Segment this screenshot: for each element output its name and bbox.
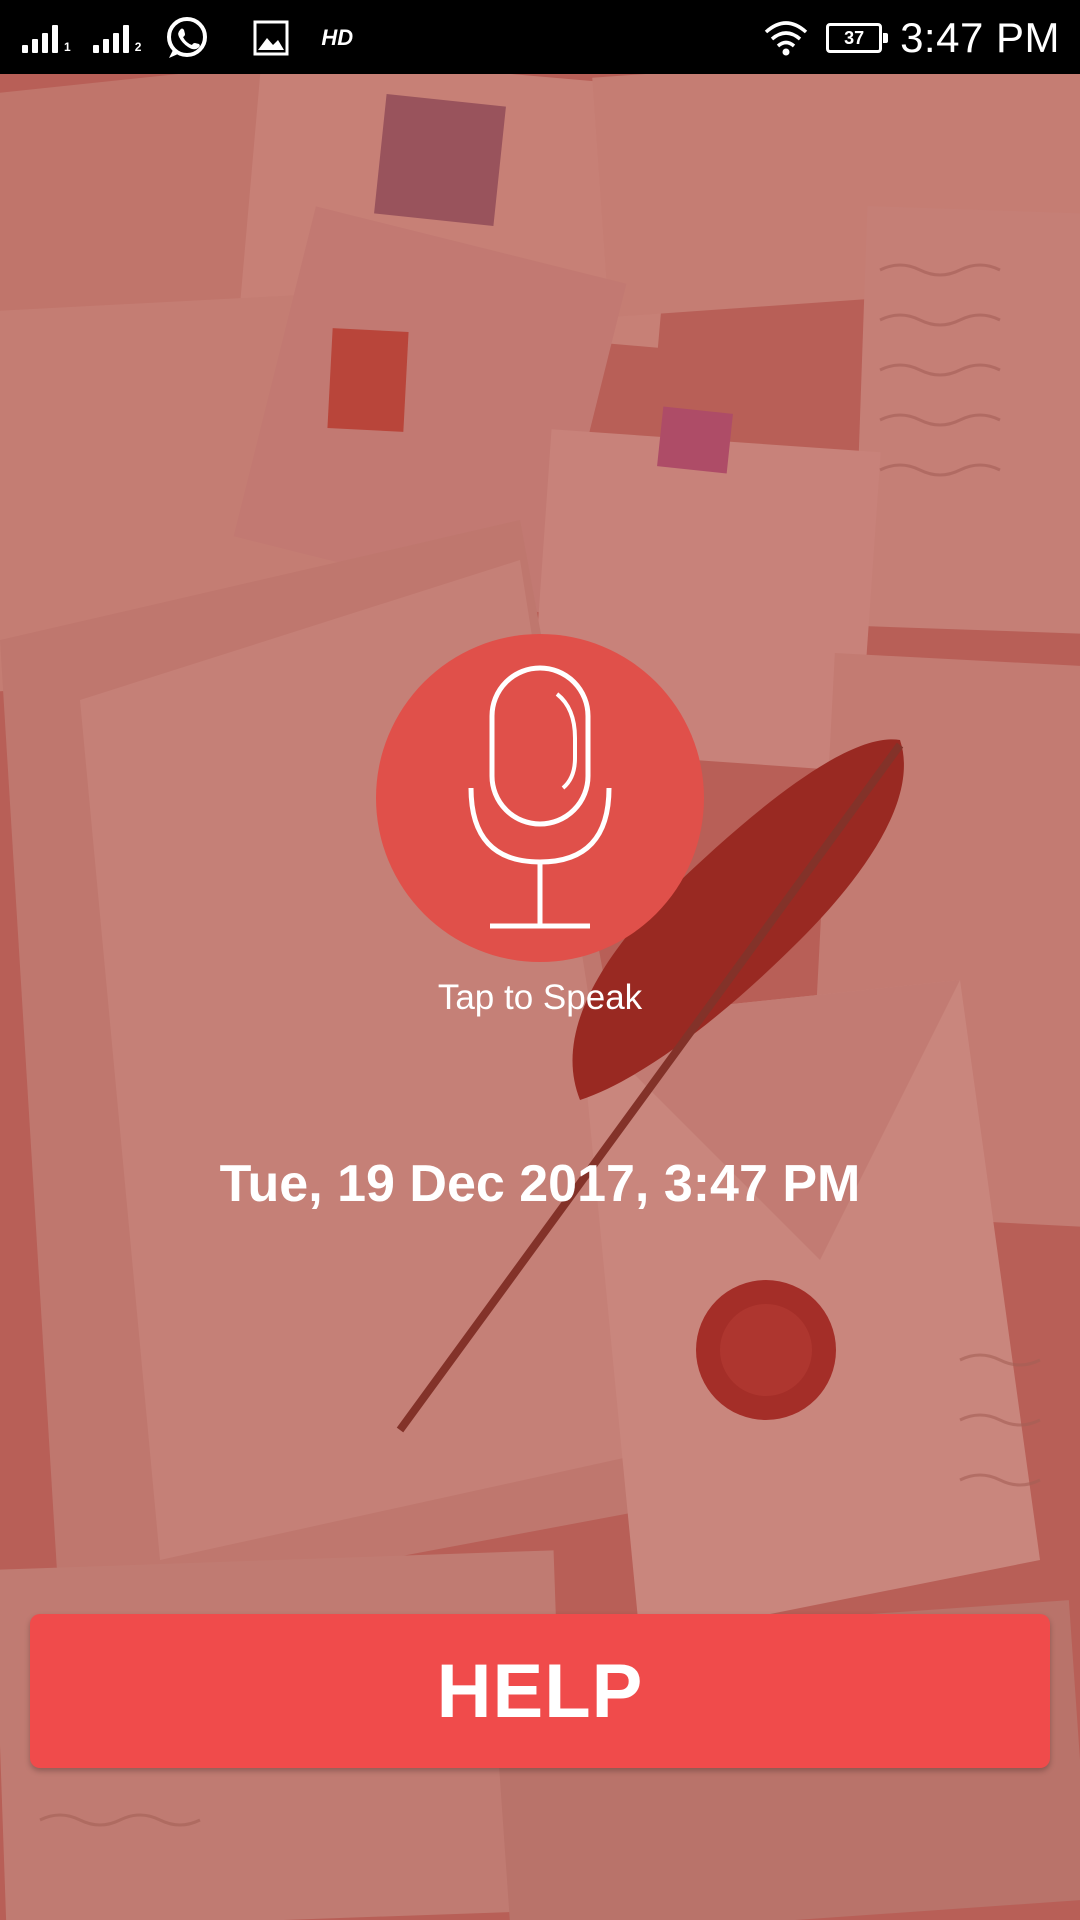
battery-icon: 37 bbox=[826, 23, 889, 53]
sim2-label: 2 bbox=[134, 40, 142, 54]
status-bar-right: 37 3:47 PM bbox=[764, 10, 1060, 66]
signal-icon: 1 bbox=[22, 23, 71, 53]
gallery-icon bbox=[253, 20, 289, 56]
whatsapp-icon bbox=[167, 17, 208, 58]
sim1-label: 1 bbox=[64, 40, 71, 54]
status-bar: 1 2 HD 37 3:47 PM bbox=[0, 0, 1080, 74]
tap-to-speak-label: Tap to Speak bbox=[437, 978, 643, 1017]
signal-icon: 2 bbox=[92, 23, 142, 54]
status-time: 3:47 PM bbox=[900, 14, 1060, 61]
battery-level: 37 bbox=[844, 27, 865, 48]
tap-to-speak-button[interactable] bbox=[376, 634, 704, 962]
hd-label: HD bbox=[321, 25, 354, 50]
wifi-icon bbox=[764, 21, 808, 56]
help-button[interactable]: HELP bbox=[30, 1614, 1050, 1768]
current-datetime: Tue, 19 Dec 2017, 3:47 PM bbox=[219, 1155, 861, 1213]
app-screen: 1 2 HD 37 3:47 PM Tap to Speak Tue, 19 D… bbox=[0, 0, 1080, 1920]
status-bar-left: 1 2 HD bbox=[22, 10, 353, 66]
microphone-icon bbox=[468, 665, 612, 929]
